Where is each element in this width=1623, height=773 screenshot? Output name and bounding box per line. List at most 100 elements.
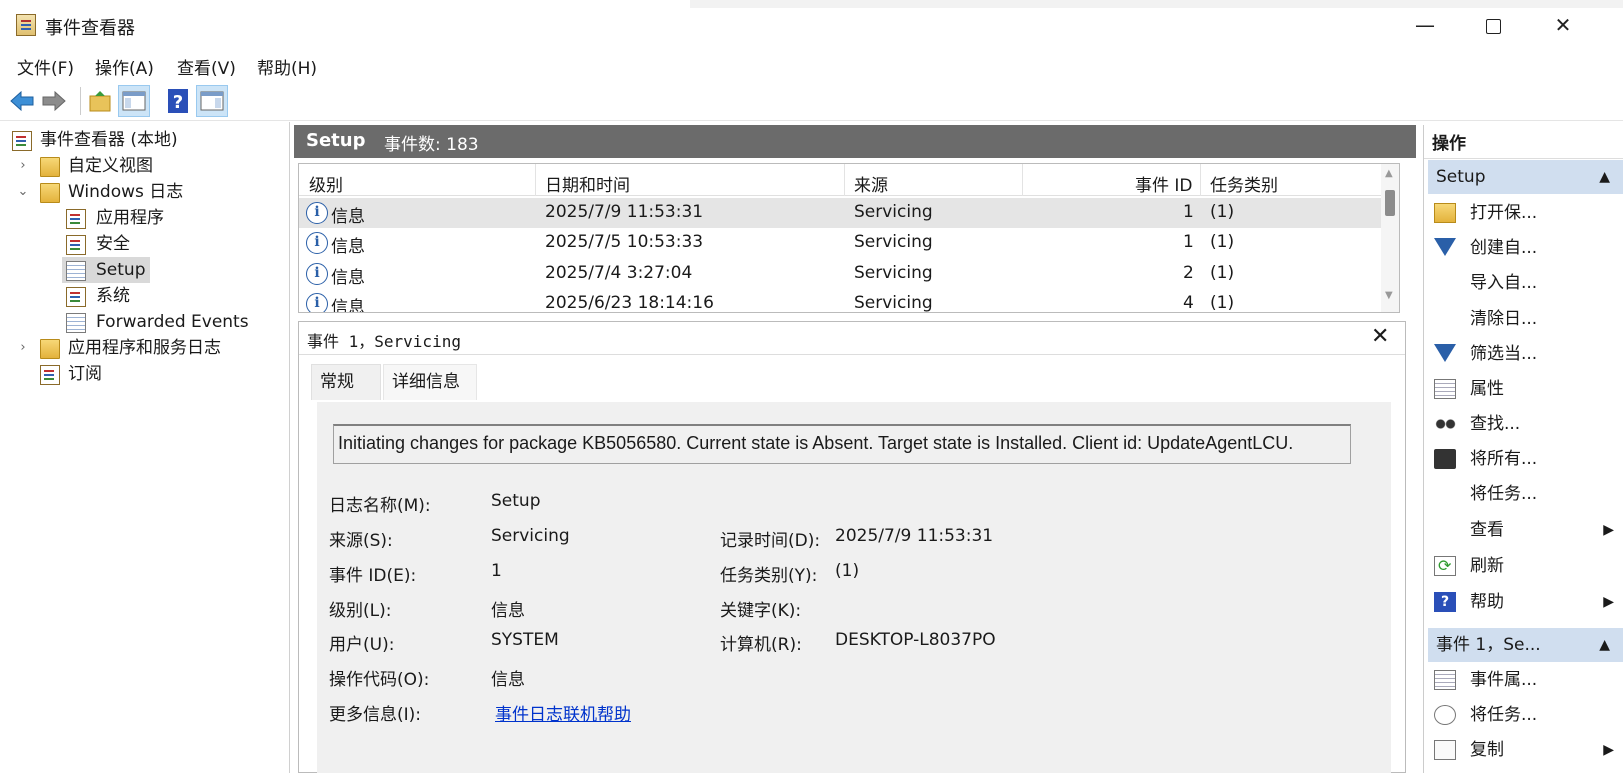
scroll-down-icon[interactable]: ▼ (1385, 290, 1393, 301)
filter-icon (1434, 344, 1456, 362)
tab-details[interactable]: 详细信息 (383, 364, 477, 400)
folder-icon (40, 339, 60, 359)
tree-subscriptions-label: 订阅 (68, 364, 102, 384)
event-detail-pane: 事件 1，Servicing ✕ 常规 详细信息 Initiating chan… (298, 321, 1406, 773)
column-level[interactable]: 级别 (309, 171, 343, 196)
tree-log-security[interactable]: 安全 (66, 231, 276, 257)
menu-view[interactable]: 查看(V) (177, 54, 236, 79)
event-viewer-app-icon (16, 14, 36, 36)
column-divider[interactable] (1200, 164, 1201, 196)
maximize-button[interactable] (1473, 12, 1513, 38)
folder-up-icon (89, 91, 111, 112)
console-tree: 事件查看器 (本地) › 自定义视图 ⌄ Windows 日志 应用程序 安全 … (6, 122, 290, 773)
column-divider[interactable] (1022, 164, 1023, 196)
help-button[interactable]: ? (162, 85, 194, 117)
action-create-custom-view[interactable]: 创建自... (1428, 231, 1623, 265)
column-divider[interactable] (844, 164, 845, 196)
menu-action[interactable]: 操作(A) (95, 54, 154, 79)
action-label: 查看 (1470, 520, 1504, 540)
menu-file[interactable]: 文件(F) (17, 54, 74, 79)
close-window-button[interactable]: ✕ (1543, 12, 1583, 38)
event-list-scrollbar[interactable]: ▲ ▼ (1381, 164, 1399, 312)
help-icon: ? (1434, 592, 1456, 612)
action-open-saved-log[interactable]: 打开保... (1428, 196, 1623, 230)
minimize-button[interactable]: — (1405, 12, 1445, 38)
tree-log-system[interactable]: 系统 (66, 283, 276, 309)
show-hide-tree-button[interactable] (118, 85, 150, 117)
svg-text:?: ? (173, 92, 183, 113)
action-properties[interactable]: 属性 (1428, 372, 1623, 406)
action-view[interactable]: 查看 ▶ (1428, 513, 1623, 547)
info-icon: i (306, 293, 328, 312)
action-refresh[interactable]: 刷新 (1428, 549, 1623, 583)
row-event-id: 2 (1183, 263, 1194, 283)
row-level: 信息 (331, 268, 365, 288)
user-label: 用户(U): (329, 635, 395, 655)
folder-open-icon (1434, 203, 1456, 223)
task-icon (1434, 705, 1456, 725)
menu-help[interactable]: 帮助(H) (257, 54, 317, 79)
tree-subscriptions[interactable]: 订阅 (16, 361, 286, 387)
collapse-up-icon[interactable]: ▲ (1599, 160, 1610, 194)
scroll-thumb[interactable] (1385, 190, 1395, 216)
action-copy[interactable]: 复制 ▶ (1428, 733, 1623, 767)
logged-value: 2025/7/9 11:53:31 (835, 526, 994, 546)
column-task-category[interactable]: 任务类别 (1210, 171, 1278, 196)
column-datetime[interactable]: 日期和时间 (545, 171, 630, 196)
tab-general[interactable]: 常规 (311, 364, 381, 400)
collapse-up-icon[interactable]: ▲ (1599, 628, 1610, 662)
chevron-right-icon[interactable]: › (16, 153, 30, 179)
action-label: 筛选当... (1470, 344, 1538, 364)
event-row[interactable]: i 信息 2025/7/9 11:53:31 Servicing 1 (1) (299, 198, 1381, 228)
row-datetime: 2025/6/23 18:14:16 (545, 293, 714, 313)
chevron-down-icon[interactable]: ⌄ (16, 179, 30, 205)
action-import-custom-view[interactable]: 导入自... (1428, 266, 1623, 300)
user-value: SYSTEM (491, 630, 559, 650)
event-row[interactable]: i 信息 2025/7/5 10:53:33 Servicing 1 (1) (299, 228, 1381, 258)
tree-log-label: 系统 (96, 286, 130, 306)
event-row[interactable]: i 信息 2025/7/4 3:27:04 Servicing 2 (1) (299, 259, 1381, 289)
action-clear-log[interactable]: 清除日... (1428, 302, 1623, 336)
event-row[interactable]: i 信息 2025/6/23 18:14:16 Servicing 4 (1) (299, 289, 1381, 313)
show-hide-action-pane-button[interactable] (196, 85, 228, 117)
column-source[interactable]: 来源 (854, 171, 888, 196)
windows-logs-folder-icon (40, 183, 60, 203)
row-level: 信息 (331, 298, 365, 313)
refresh-icon (1434, 549, 1456, 583)
up-folder-button[interactable] (84, 85, 116, 117)
actions-section-setup[interactable]: Setup ▲ (1428, 160, 1623, 194)
tree-root[interactable]: 事件查看器 (本地) (12, 127, 282, 153)
action-label: 帮助 (1470, 592, 1504, 612)
forward-button[interactable] (38, 85, 70, 117)
scroll-up-icon[interactable]: ▲ (1385, 168, 1393, 179)
action-event-properties[interactable]: 事件属... (1428, 663, 1623, 697)
action-help[interactable]: ? 帮助 ▶ (1428, 585, 1623, 619)
tree-windows-logs-label: Windows 日志 (68, 182, 184, 202)
column-event-id[interactable]: 事件 ID (1135, 171, 1193, 196)
chevron-right-icon[interactable]: › (16, 335, 30, 361)
tree-log-forwarded[interactable]: Forwarded Events (66, 309, 276, 335)
tree-log-setup[interactable]: Setup (62, 257, 150, 283)
event-message[interactable]: Initiating changes for package KB5056580… (333, 424, 1351, 464)
level-value: 信息 (491, 601, 525, 621)
column-divider[interactable] (535, 164, 536, 196)
action-attach-task-to-event[interactable]: 将任务... (1428, 698, 1623, 732)
tree-log-application[interactable]: 应用程序 (66, 205, 276, 231)
action-filter-current-log[interactable]: 筛选当... (1428, 337, 1623, 371)
actions-section-label: Setup (1436, 167, 1486, 187)
opcode-value: 信息 (491, 670, 525, 690)
actions-section-event[interactable]: 事件 1，Se... ▲ (1428, 628, 1623, 662)
background-window-strip (690, 0, 1623, 8)
tree-custom-views[interactable]: › 自定义视图 (16, 153, 286, 179)
action-attach-task[interactable]: 将任务... (1428, 477, 1623, 511)
tree-app-service-logs[interactable]: › 应用程序和服务日志 (16, 335, 286, 361)
back-button[interactable] (6, 85, 38, 117)
window-title: 事件查看器 (45, 18, 135, 39)
submenu-arrow-icon: ▶ (1603, 742, 1614, 758)
action-save-all-events[interactable]: 将所有... (1428, 442, 1623, 476)
log-icon (66, 287, 86, 307)
online-help-link[interactable]: 事件日志联机帮助 (495, 700, 631, 725)
tree-windows-logs[interactable]: ⌄ Windows 日志 (16, 179, 286, 205)
action-find[interactable]: 查找... (1428, 407, 1623, 441)
close-detail-icon[interactable]: ✕ (1371, 324, 1389, 349)
